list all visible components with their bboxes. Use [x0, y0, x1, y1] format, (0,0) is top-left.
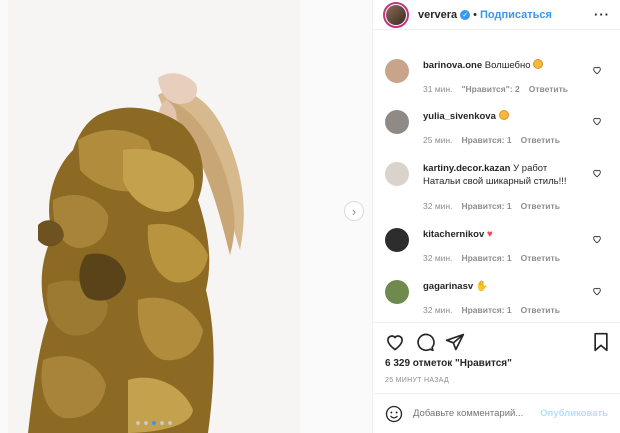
heart-outline-icon[interactable] [592, 168, 602, 178]
header-separator: • [473, 8, 478, 21]
star-struck-emoji [498, 110, 509, 120]
save-button[interactable] [592, 332, 610, 352]
carousel-dot [160, 421, 164, 425]
comment-content: barinova.one Волшебно [423, 59, 578, 72]
comment-likes-count[interactable]: Нравится: 1 [461, 135, 511, 145]
heart-outline-icon[interactable] [592, 65, 602, 75]
post-timestamp[interactable]: 25 МИНУТ НАЗАД [385, 377, 449, 384]
commenter-avatar[interactable] [385, 110, 409, 134]
more-horizontal-icon[interactable]: ··· [594, 7, 610, 22]
post-actions-section: 6 329 отметок "Нравится" 25 МИНУТ НАЗАД … [373, 322, 620, 432]
author-username[interactable]: ververa [418, 9, 457, 21]
paper-plane-icon[interactable] [445, 332, 465, 352]
comment-content: kitachernikov ♥ [423, 228, 578, 241]
carousel-dot [136, 421, 140, 425]
comment-content: gagarinasv ✋ [423, 280, 578, 293]
verified-badge-icon: ✓ [460, 9, 471, 20]
follow-button[interactable]: Подписаться [480, 9, 552, 21]
comment-item: barinova.one Волшебно 31 мин. "Нравится"… [373, 59, 620, 109]
heart-outline-icon[interactable] [592, 234, 602, 244]
post-action-icons [385, 332, 465, 352]
commenter-username[interactable]: kartiny.decor.kazan [423, 163, 510, 174]
star-struck-emoji [533, 59, 544, 69]
comment-input[interactable] [413, 408, 531, 419]
comment-reply-button[interactable]: Ответить [521, 305, 560, 315]
comment-likes-count[interactable]: Нравится: 1 [461, 201, 511, 211]
add-comment-bar: Опубликовать [373, 393, 620, 433]
comment-meta: 32 мин. Нравится: 1 Ответить [423, 253, 560, 263]
bookmark-icon [594, 332, 608, 352]
publish-button[interactable]: Опубликовать [540, 408, 608, 419]
raised-hand-emoji: ✋ [475, 281, 489, 292]
post-side-panel: ververa ✓ • Подписаться ··· barinova.one… [372, 0, 620, 433]
comment-meta: 31 мин. "Нравится": 2 Ответить [423, 84, 568, 94]
likes-count[interactable]: 6 329 отметок "Нравится" [385, 358, 512, 369]
post-photo[interactable] [8, 0, 300, 433]
comment-meta: 32 мин. Нравится: 1 Ответить [423, 201, 560, 211]
comment-meta: 32 мин. Нравится: 1 Ответить [423, 305, 560, 315]
chevron-right-icon: › [351, 203, 357, 219]
commenter-username[interactable]: gagarinasv [423, 281, 473, 292]
comment-time: 31 мин. [423, 84, 453, 94]
comment-item: yulia_sivenkova 25 мин. Нравится: 1 Отве… [373, 110, 620, 160]
comment-content: kartiny.decor.kazan У работ Натальи свой… [423, 162, 578, 188]
comment-time: 32 мин. [423, 253, 453, 263]
carousel-dot-active [152, 421, 156, 425]
post-header: ververa ✓ • Подписаться ··· [373, 0, 620, 30]
comment-meta: 25 мин. Нравится: 1 Ответить [423, 135, 560, 145]
commenter-username[interactable]: barinova.one [423, 60, 482, 71]
comment-likes-count[interactable]: Нравится: 1 [461, 305, 511, 315]
comment-content: yulia_sivenkova [423, 110, 578, 123]
photo-illustration [28, 73, 244, 433]
commenter-avatar[interactable] [385, 280, 409, 304]
carousel-dot [144, 421, 148, 425]
commenter-username[interactable]: yulia_sivenkova [423, 111, 496, 122]
comment-time: 32 мин. [423, 305, 453, 315]
heart-outline-icon[interactable] [592, 286, 602, 296]
comment-reply-button[interactable]: Ответить [521, 253, 560, 263]
comment-reply-button[interactable]: Ответить [529, 84, 568, 94]
comment-item: kitachernikov ♥ 32 мин. Нравится: 1 Отве… [373, 228, 620, 278]
comment-reply-button[interactable]: Ответить [521, 201, 560, 211]
comment-likes-count[interactable]: Нравится: 1 [461, 253, 511, 263]
author-avatar[interactable] [383, 1, 409, 28]
comment-time: 32 мин. [423, 201, 453, 211]
heart-outline-icon[interactable] [592, 116, 602, 126]
comment-time: 25 мин. [423, 135, 453, 145]
smiley-icon[interactable] [385, 405, 403, 423]
red-heart-emoji: ♥ [486, 229, 493, 240]
carousel-indicator [8, 421, 300, 425]
comment-bubble-icon[interactable] [415, 332, 435, 352]
carousel-dot [168, 421, 172, 425]
commenter-username[interactable]: kitachernikov [423, 229, 484, 240]
commenter-avatar[interactable] [385, 228, 409, 252]
comment-text: Волшебно [484, 60, 531, 71]
commenter-avatar[interactable] [385, 162, 409, 186]
comment-reply-button[interactable]: Ответить [521, 135, 560, 145]
comment-item: kartiny.decor.kazan У работ Натальи свой… [373, 162, 620, 228]
commenter-avatar[interactable] [385, 59, 409, 83]
heart-outline-icon[interactable] [385, 332, 405, 352]
carousel-next-button[interactable]: › [344, 201, 364, 221]
comment-likes-count[interactable]: "Нравится": 2 [461, 84, 519, 94]
